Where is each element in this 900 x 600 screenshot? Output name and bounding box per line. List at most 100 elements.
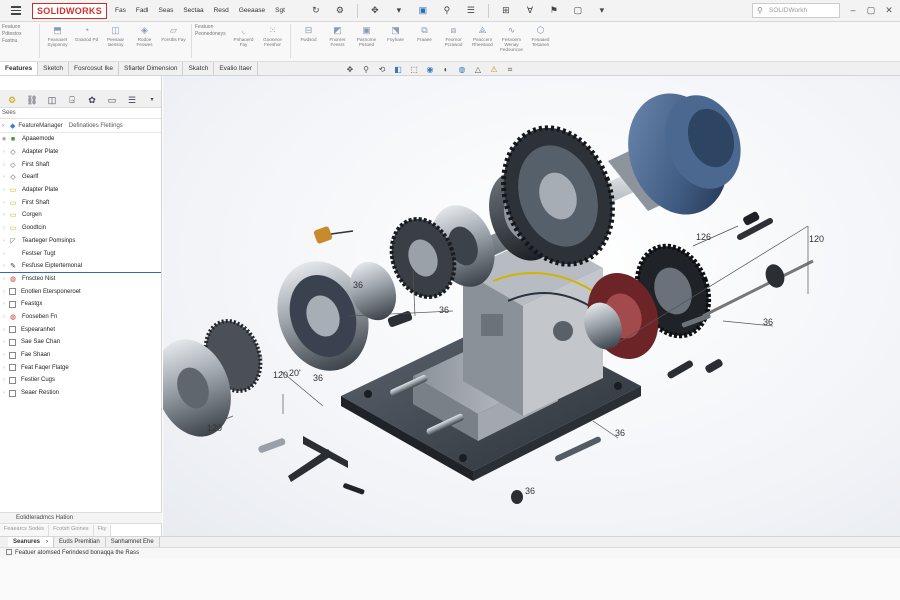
ribbon-button[interactable]: ⊟ Fwdsod [294,24,323,60]
tab-features[interactable]: Features [0,62,39,75]
ribbon-button[interactable]: ⟁ Peaccem Rheesaod [468,24,497,60]
search-input[interactable]: ⚲ SOLIDWorkh [752,3,840,18]
options-dropdown-icon[interactable]: ▾ [591,3,613,19]
tree-node[interactable]: › ✎ Fesfuse Eiptertemonal [0,260,161,273]
dimension-label[interactable]: 36 [313,373,323,383]
chevron-right-icon[interactable]: › [0,352,8,358]
menu-item[interactable]: Geeaase [239,7,265,14]
tab-study[interactable]: Sanhamnet Ehe [106,537,160,547]
tree-node[interactable]: › ◇ Adapter Plate [0,146,161,159]
ribbon-button[interactable]: ⬔ Foyhare [381,24,410,60]
tree-node[interactable]: › ▭ Goodtcin [0,222,161,235]
menu-item[interactable]: Sectaa [183,7,203,14]
ribbon-button[interactable]: ⁙ Goonece Feeshor [258,24,287,60]
chevron-right-icon[interactable]: › [0,390,8,396]
tree-node[interactable]: › Festser Tugt [0,247,161,260]
tree-node[interactable]: › Fae Shaan [0,349,161,362]
chevron-right-icon[interactable]: › [0,365,8,371]
ribbon-button[interactable]: ⧈ Feornor Pcrawod [439,24,468,60]
tree-node[interactable]: › ▭ Corgen [0,209,161,222]
tree-node[interactable]: › Feat Faqer Flatge [0,361,161,374]
tree-node[interactable]: › Enotlen Etersponeroet [0,285,161,298]
menu-item[interactable]: Resd [214,7,229,14]
chevron-right-icon[interactable]: › [0,377,8,383]
tree-node[interactable]: ◉ ■ Apaaemode [0,133,161,146]
dimension-label[interactable]: 120 [207,423,222,433]
chevron-right-icon[interactable]: › [0,339,8,345]
dimension-label[interactable]: 20' [289,368,301,378]
ribbon-button[interactable]: ◟ Pnhaoerd Fay [229,24,258,60]
tab-sketch[interactable]: Sketch [38,62,69,75]
chevron-right-icon[interactable]: › [0,225,8,231]
rebuild-icon[interactable]: ↻ [305,3,327,19]
tree-node[interactable]: › Sae Sae Chan [0,336,161,349]
appearance-icon[interactable]: ◍ [456,64,468,75]
dimension-label[interactable]: 120 [273,370,288,380]
tree-node[interactable]: › ◇ First Shaft [0,158,161,171]
tree-node[interactable]: › Feastgx [0,298,161,311]
ribbon-button[interactable]: ∿ Fesvoem Wenay Fedouncoe [497,24,526,60]
chevron-right-icon[interactable]: › [0,162,8,168]
chevron-right-icon[interactable]: › [0,174,8,180]
tree-node[interactable]: › ◸ Tearteger Pomsinps [0,235,161,248]
panel-footer-tab[interactable]: Fky [93,525,112,536]
tree-node[interactable]: › Festier Cugs [0,374,161,387]
dimension-label[interactable]: 36 [439,305,449,315]
property-manager-tab-icon[interactable]: ⛓ [24,92,40,106]
dimension-label[interactable]: 36 [763,317,773,327]
zoom-fit-icon[interactable]: ✥ [344,64,356,75]
chevron-down-icon[interactable]: ▾ [144,92,160,106]
ribbon-button[interactable]: ⧉ Fraaee [410,24,439,60]
menu-item[interactable]: Sgt [275,7,285,14]
panel-menu-icon[interactable]: ▭ [104,92,120,106]
tab-motion[interactable]: Euds Premitian [54,537,106,547]
measure-icon[interactable]: ⚲ [436,3,458,19]
tab-evaluate[interactable]: Evalio Itaer [214,62,258,75]
motor[interactable] [608,79,753,228]
dimension-label[interactable]: 126 [696,232,711,242]
display-manager-tab-icon[interactable]: ✿ [84,92,100,106]
dimension-label[interactable]: 36 [353,280,363,290]
panel-footer-tab[interactable]: Fcotsh Giones [49,525,94,536]
tree-filter[interactable]: Sees [0,108,161,119]
ribbon-button[interactable]: ▣ Pasnome Pssoed [352,24,381,60]
dimension-label[interactable]: 36 [525,486,535,496]
hide-show-icon[interactable]: ◐ [440,64,452,75]
pin-icon[interactable]: ⚑ [543,3,565,19]
ribbon-button[interactable]: ⬡ Fesaaed Tesanen [526,24,555,60]
dimension-label[interactable]: 36 [615,428,625,438]
chevron-right-icon[interactable]: › [0,187,8,193]
menu-item[interactable]: Seas [159,7,174,14]
dimension-label[interactable]: 120 [809,234,824,244]
left-hub[interactable] [263,248,413,383]
view-icon[interactable]: ▣ [412,3,434,19]
ribbon-button[interactable]: ◈ Rodoe Feowes [130,24,159,60]
section-view-icon[interactable]: ◧ [392,64,404,75]
tree-node[interactable]: › ◇ Gearlf [0,171,161,184]
chevron-right-icon[interactable]: › [0,200,8,206]
chevron-right-icon[interactable]: › [0,238,8,244]
ribbon-text-group-2[interactable]: Featuon Peonedoneys [195,22,229,38]
frame-icon[interactable]: ▢ [567,3,589,19]
chevron-right-icon[interactable]: › [0,149,8,155]
scene-icon[interactable]: △ [472,64,484,75]
grid-icon[interactable]: ⊞ [495,3,517,19]
dimxpert-tab-icon[interactable]: ⍈ [64,92,80,106]
view-orientation-icon[interactable]: ⬚ [408,64,420,75]
previous-view-icon[interactable]: ⟲ [376,64,388,75]
ribbon-button[interactable]: ⬒ Feanaoet Sysponoy [43,24,72,60]
view-settings-icon[interactable]: ⌗ [504,64,516,75]
tab-dimensions[interactable]: Sfiarter Dimension [119,62,184,75]
chevron-right-icon[interactable]: › [0,263,8,269]
tab-surfaces[interactable]: Fosrcosut Ike [69,62,119,75]
tree-node[interactable]: › ◍ Fooseben Fn [0,311,161,324]
display-style-icon[interactable]: ◉ [424,64,436,75]
tab-model[interactable]: Seanures › [8,537,55,547]
menu-item[interactable]: Fadl [136,7,149,14]
move-icon[interactable]: ✥ [364,3,386,19]
arrow-dropdown-icon[interactable]: ▾ [388,3,410,19]
maximize-icon[interactable]: ▢ [864,2,878,18]
chevron-right-icon[interactable]: › [0,301,8,307]
warning-icon[interactable]: ⚠ [488,64,500,75]
panel-footer-tab[interactable]: Feaearcs Sodes [0,525,50,536]
